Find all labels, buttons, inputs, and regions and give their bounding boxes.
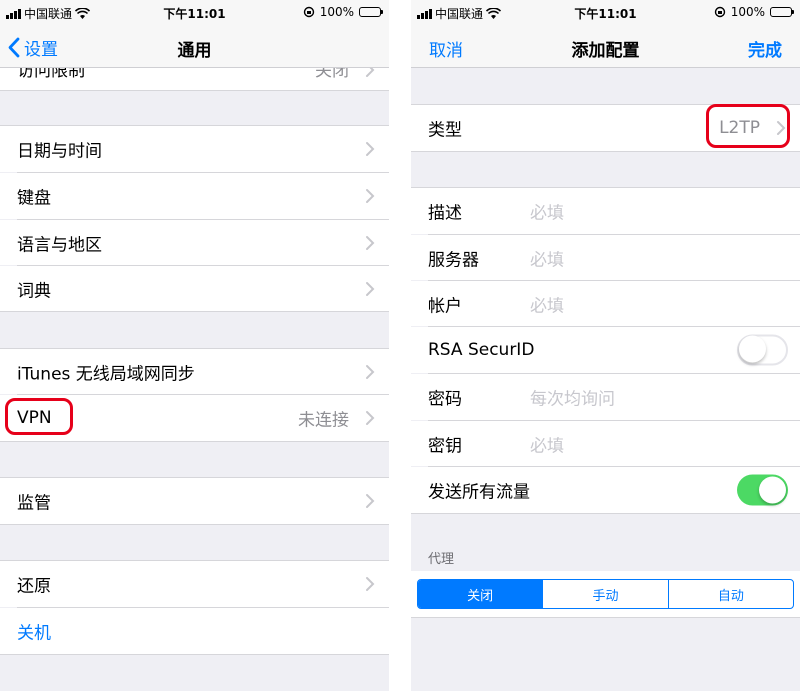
navigation-bar: 取消 添加配置 完成	[411, 26, 800, 68]
reset-label: 还原	[17, 576, 51, 597]
chevron-right-icon	[366, 189, 375, 203]
language-region-label: 语言与地区	[17, 235, 102, 255]
supervision-row[interactable]: 监管	[0, 478, 389, 524]
send-all-traffic-toggle[interactable]	[737, 474, 788, 506]
chevron-right-icon	[366, 68, 375, 77]
chevron-right-icon	[366, 411, 375, 425]
rsa-securid-toggle[interactable]	[737, 334, 788, 366]
account-row[interactable]: 帐户 必填	[411, 281, 800, 326]
description-row[interactable]: 描述 必填	[411, 188, 800, 234]
battery-percent: 100%	[319, 5, 354, 19]
account-label: 帐户	[428, 296, 462, 316]
supervision-label: 监管	[17, 493, 51, 514]
chevron-right-icon	[366, 364, 375, 379]
description-label: 描述	[428, 203, 462, 224]
keyboard-row[interactable]: 键盘	[0, 173, 389, 219]
account-input[interactable]: 必填	[530, 291, 564, 316]
secret-label: 密钥	[428, 436, 462, 456]
orientation-lock-icon	[714, 6, 725, 18]
server-input[interactable]: 必填	[530, 245, 564, 270]
battery-icon	[770, 7, 794, 17]
secret-input[interactable]: 必填	[530, 431, 564, 456]
itunes-wifi-sync-label: iTunes 无线局域网同步	[17, 364, 195, 384]
password-row[interactable]: 密码 每次均询问	[411, 374, 800, 420]
language-region-row[interactable]: 语言与地区	[0, 220, 389, 265]
chevron-right-icon	[366, 142, 375, 156]
chevron-right-icon	[366, 494, 375, 508]
vpn-status: 未连接	[298, 410, 349, 431]
type-label: 类型	[428, 120, 462, 141]
send-all-traffic-label: 发送所有流量	[428, 482, 530, 503]
battery-icon	[359, 7, 383, 17]
shutdown-label: 关机	[17, 623, 51, 644]
proxy-segmented-control: 关闭 手动 自动	[417, 579, 794, 609]
secret-row[interactable]: 密钥 必填	[411, 421, 800, 466]
itunes-wifi-sync-row[interactable]: iTunes 无线局域网同步	[0, 349, 389, 394]
battery-percent: 100%	[730, 5, 765, 19]
proxy-auto-segment[interactable]: 自动	[667, 580, 793, 608]
keyboard-label: 键盘	[17, 188, 51, 209]
description-input[interactable]: 必填	[530, 199, 564, 224]
password-label: 密码	[428, 389, 462, 410]
chevron-right-icon	[366, 235, 375, 250]
page-title: 添加配置	[571, 41, 640, 61]
send-all-traffic-row: 发送所有流量	[411, 467, 800, 513]
proxy-section-header: 代理	[428, 552, 455, 567]
general-settings-screen: 中国联通 下午11:01 100% 设置 通用 访问限制 关闭 日期与时间 键盘	[0, 0, 389, 691]
status-bar: 中国联通 下午11:01 100%	[0, 0, 389, 26]
reset-row[interactable]: 还原	[0, 561, 389, 607]
done-button[interactable]: 完成	[748, 36, 782, 61]
restrictions-value: 关闭	[315, 68, 349, 81]
navigation-bar: 设置 通用	[0, 26, 389, 68]
date-time-row[interactable]: 日期与时间	[0, 126, 389, 172]
server-label: 服务器	[428, 250, 479, 270]
shutdown-row[interactable]: 关机	[0, 608, 389, 654]
status-bar: 中国联通 下午11:01 100%	[411, 0, 800, 26]
restrictions-label: 访问限制	[17, 68, 85, 81]
restrictions-row[interactable]: 访问限制 关闭	[0, 68, 389, 90]
chevron-right-icon	[366, 281, 375, 296]
rsa-securid-label: RSA SecurID	[428, 340, 535, 360]
date-time-label: 日期与时间	[17, 141, 102, 162]
dictionary-row[interactable]: 词典	[0, 266, 389, 311]
page-title: 通用	[177, 41, 212, 61]
password-input[interactable]: 每次均询问	[530, 385, 615, 410]
chevron-right-icon	[366, 577, 375, 591]
type-highlight-box	[706, 104, 790, 148]
proxy-off-segment[interactable]: 关闭	[418, 580, 543, 608]
server-row[interactable]: 服务器 必填	[411, 235, 800, 280]
orientation-lock-icon	[303, 6, 314, 18]
proxy-manual-segment[interactable]: 手动	[542, 580, 667, 608]
dictionary-label: 词典	[17, 281, 51, 301]
rsa-securid-row: RSA SecurID	[411, 327, 800, 373]
vpn-highlight-box	[5, 398, 73, 435]
add-vpn-configuration-screen: 中国联通 下午11:01 100% 取消 添加配置 完成 类型 L2TP 描述 …	[411, 0, 800, 691]
